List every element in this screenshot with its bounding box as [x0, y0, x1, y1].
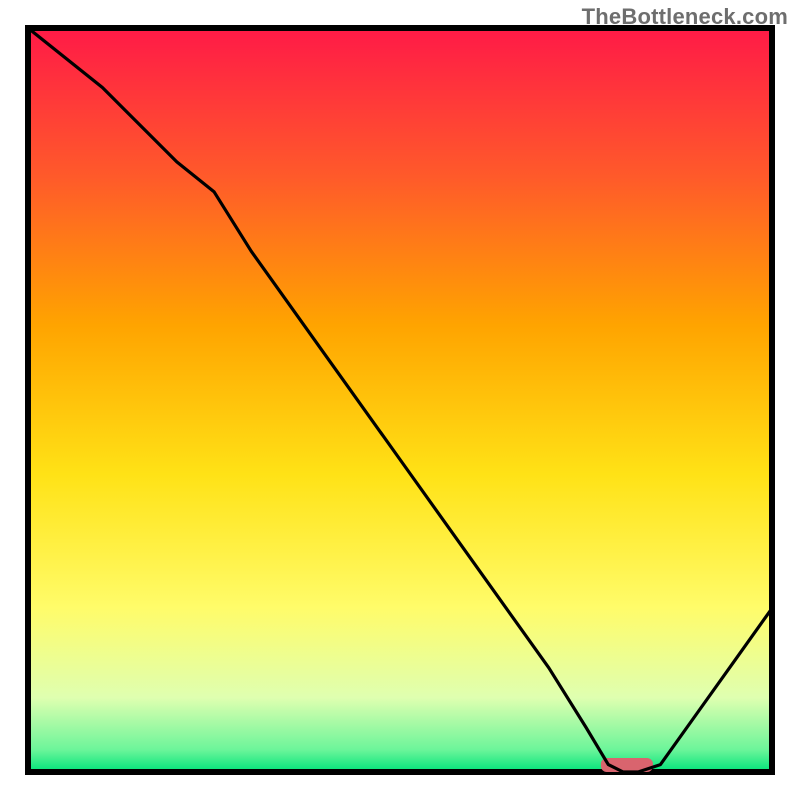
bottleneck-chart — [0, 0, 800, 800]
watermark-text: TheBottleneck.com — [582, 4, 788, 30]
plot-background — [28, 28, 772, 772]
chart-stage: TheBottleneck.com — [0, 0, 800, 800]
